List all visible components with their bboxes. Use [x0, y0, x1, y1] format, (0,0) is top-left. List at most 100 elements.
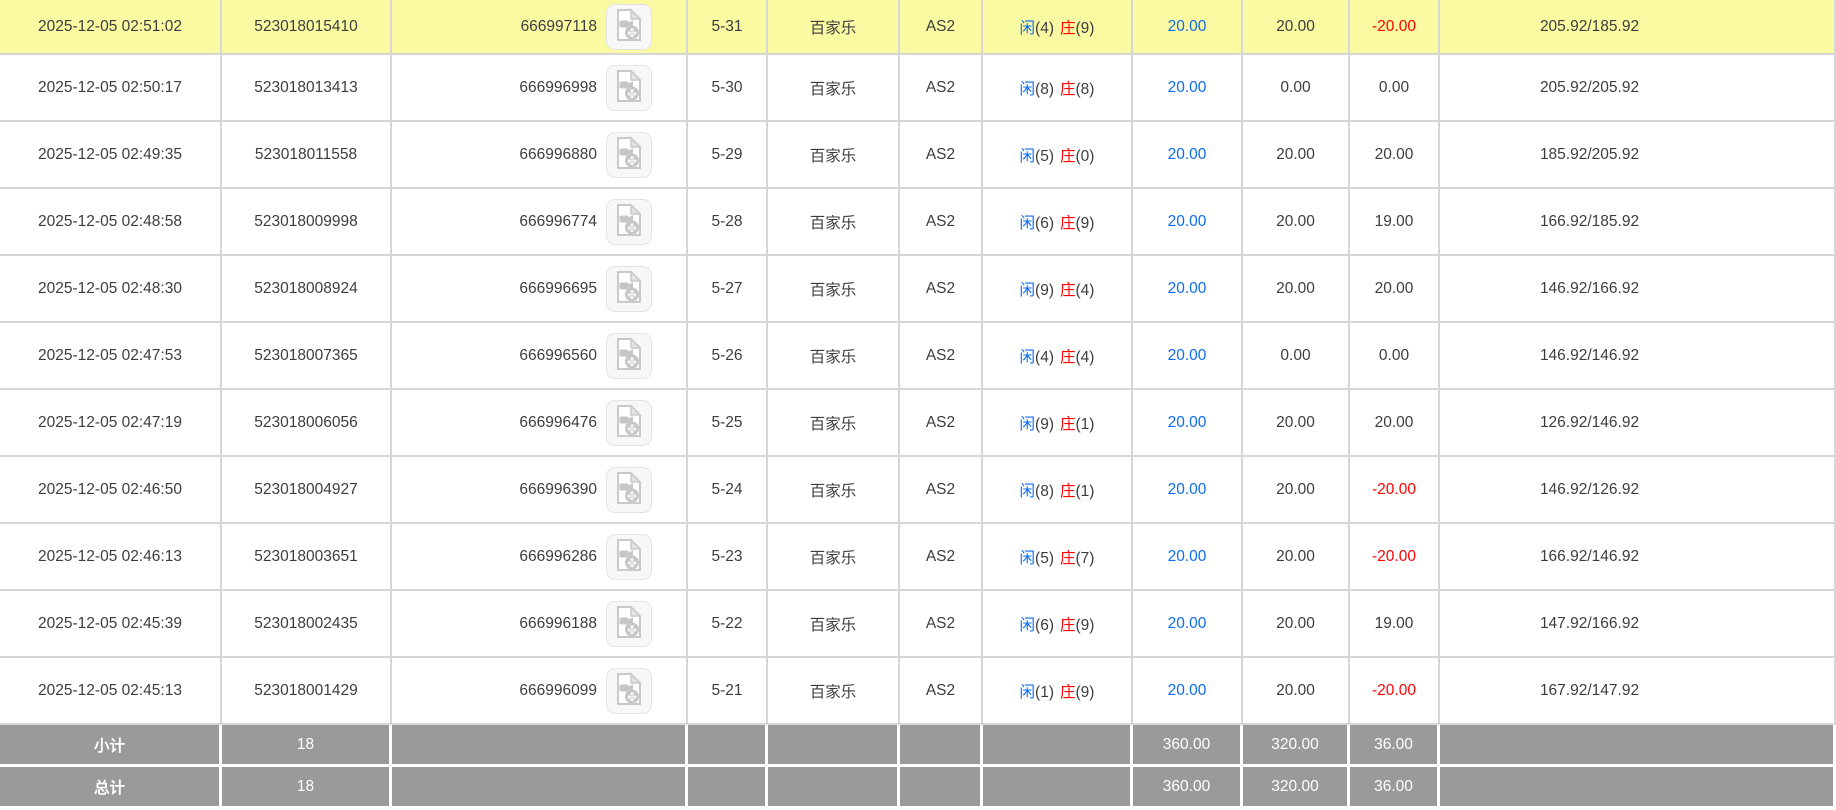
empty-cell — [983, 767, 1133, 809]
bet-id: 523018007365 — [222, 323, 392, 390]
balance-before-after: 166.92/146.92 — [1440, 524, 1836, 591]
game-result: 闲(6) 庄(9) — [983, 591, 1133, 658]
video-replay-button[interactable] — [606, 265, 652, 312]
table-row[interactable]: 2025-12-05 02:47:19 523018006056 6669964… — [0, 390, 1836, 457]
player-label: 闲 — [1019, 683, 1036, 701]
game-result: 闲(5) 庄(0) — [983, 122, 1133, 189]
video-file-icon — [614, 270, 644, 307]
banker-label: 庄 — [1060, 549, 1076, 567]
bet-time: 2025-12-05 02:49:35 — [0, 122, 222, 189]
balance-before-after: 167.92/147.92 — [1440, 658, 1836, 725]
video-replay-button[interactable] — [606, 533, 652, 580]
video-replay-button[interactable] — [606, 3, 652, 50]
valid-bet-amount: 20.00 — [1243, 256, 1350, 323]
win-loss-amount: 19.00 — [1350, 189, 1440, 256]
bet-amount: 20.00 — [1133, 189, 1243, 256]
video-replay-button[interactable] — [606, 332, 652, 379]
valid-bet-amount: 20.00 — [1243, 0, 1350, 55]
bet-amount: 20.00 — [1133, 658, 1243, 725]
video-file-icon — [614, 136, 644, 173]
bet-time: 2025-12-05 02:48:58 — [0, 189, 222, 256]
video-file-icon — [614, 69, 644, 106]
game-result: 闲(8) 庄(1) — [983, 457, 1133, 524]
banker-label: 庄 — [1060, 482, 1076, 500]
platform-code: AS2 — [900, 256, 983, 323]
balance-before-after: 146.92/126.92 — [1440, 457, 1836, 524]
video-replay-button[interactable] — [606, 131, 652, 178]
game-result: 闲(9) 庄(1) — [983, 390, 1133, 457]
win-loss-amount: 20.00 — [1350, 256, 1440, 323]
bet-id: 523018009998 — [222, 189, 392, 256]
bet-id: 523018015410 — [222, 0, 392, 55]
game-name: 百家乐 — [768, 457, 900, 524]
table-row[interactable]: 2025-12-05 02:46:50 523018004927 6669963… — [0, 457, 1836, 524]
table-number: 5-28 — [688, 189, 768, 256]
subtotal-label: 小计 — [0, 725, 222, 767]
empty-cell — [768, 767, 900, 809]
banker-label: 庄 — [1060, 80, 1076, 98]
empty-cell — [392, 767, 688, 809]
round-id-cell: 666996390 — [392, 457, 688, 524]
round-id-cell: 666996188 — [392, 591, 688, 658]
video-replay-button[interactable] — [606, 600, 652, 647]
bet-id: 523018004927 — [222, 457, 392, 524]
bet-amount: 20.00 — [1133, 122, 1243, 189]
table-row[interactable]: 2025-12-05 02:45:39 523018002435 6669961… — [0, 591, 1836, 658]
valid-bet-amount: 20.00 — [1243, 122, 1350, 189]
win-loss-amount: -20.00 — [1350, 457, 1440, 524]
bet-id: 523018008924 — [222, 256, 392, 323]
table-number: 5-27 — [688, 256, 768, 323]
valid-bet-amount: 20.00 — [1243, 457, 1350, 524]
table-row[interactable]: 2025-12-05 02:51:02 523018015410 6669971… — [0, 0, 1836, 55]
empty-cell — [392, 725, 688, 767]
bet-time: 2025-12-05 02:46:50 — [0, 457, 222, 524]
balance-before-after: 146.92/146.92 — [1440, 323, 1836, 390]
video-replay-button[interactable] — [606, 399, 652, 446]
table-row[interactable]: 2025-12-05 02:45:13 523018001429 6669960… — [0, 658, 1836, 725]
video-replay-button[interactable] — [606, 64, 652, 111]
video-replay-button[interactable] — [606, 667, 652, 714]
platform-code: AS2 — [900, 122, 983, 189]
subtotal-row: 小计 18 360.00 320.00 36.00 — [0, 725, 1836, 767]
table-row[interactable]: 2025-12-05 02:49:35 523018011558 6669968… — [0, 122, 1836, 189]
empty-cell — [1440, 767, 1836, 809]
total-row: 总计 18 360.00 320.00 36.00 — [0, 767, 1836, 809]
bet-time: 2025-12-05 02:46:13 — [0, 524, 222, 591]
table-row[interactable]: 2025-12-05 02:48:30 523018008924 6669966… — [0, 256, 1836, 323]
table-row[interactable]: 2025-12-05 02:47:53 523018007365 6669965… — [0, 323, 1836, 390]
round-id-cell: 666997118 — [392, 0, 688, 55]
platform-code: AS2 — [900, 591, 983, 658]
table-row[interactable]: 2025-12-05 02:50:17 523018013413 6669969… — [0, 55, 1836, 122]
balance-before-after: 205.92/205.92 — [1440, 55, 1836, 122]
player-label: 闲 — [1019, 415, 1036, 433]
table-row[interactable]: 2025-12-05 02:48:58 523018009998 6669967… — [0, 189, 1836, 256]
bet-time: 2025-12-05 02:48:30 — [0, 256, 222, 323]
table-number: 5-22 — [688, 591, 768, 658]
bet-time: 2025-12-05 02:50:17 — [0, 55, 222, 122]
player-label: 闲 — [1019, 616, 1036, 634]
round-id-cell: 666996774 — [392, 189, 688, 256]
win-loss-amount: 20.00 — [1350, 122, 1440, 189]
win-loss-amount: -20.00 — [1350, 0, 1440, 55]
video-file-icon — [614, 404, 644, 441]
table-row[interactable]: 2025-12-05 02:46:13 523018003651 6669962… — [0, 524, 1836, 591]
bet-id: 523018002435 — [222, 591, 392, 658]
game-name: 百家乐 — [768, 256, 900, 323]
banker-label: 庄 — [1060, 415, 1076, 433]
game-result: 闲(4) 庄(9) — [983, 0, 1133, 55]
bet-id: 523018011558 — [222, 122, 392, 189]
bet-amount: 20.00 — [1133, 524, 1243, 591]
round-id: 666996099 — [519, 681, 597, 699]
total-count: 18 — [222, 767, 392, 809]
table-number: 5-30 — [688, 55, 768, 122]
game-name: 百家乐 — [768, 323, 900, 390]
game-name: 百家乐 — [768, 390, 900, 457]
valid-bet-amount: 20.00 — [1243, 390, 1350, 457]
game-name: 百家乐 — [768, 658, 900, 725]
subtotal-win-loss: 36.00 — [1350, 725, 1440, 767]
video-replay-button[interactable] — [606, 466, 652, 513]
player-label: 闲 — [1019, 281, 1036, 299]
player-label: 闲 — [1019, 214, 1036, 232]
table-number: 5-23 — [688, 524, 768, 591]
video-replay-button[interactable] — [606, 198, 652, 245]
